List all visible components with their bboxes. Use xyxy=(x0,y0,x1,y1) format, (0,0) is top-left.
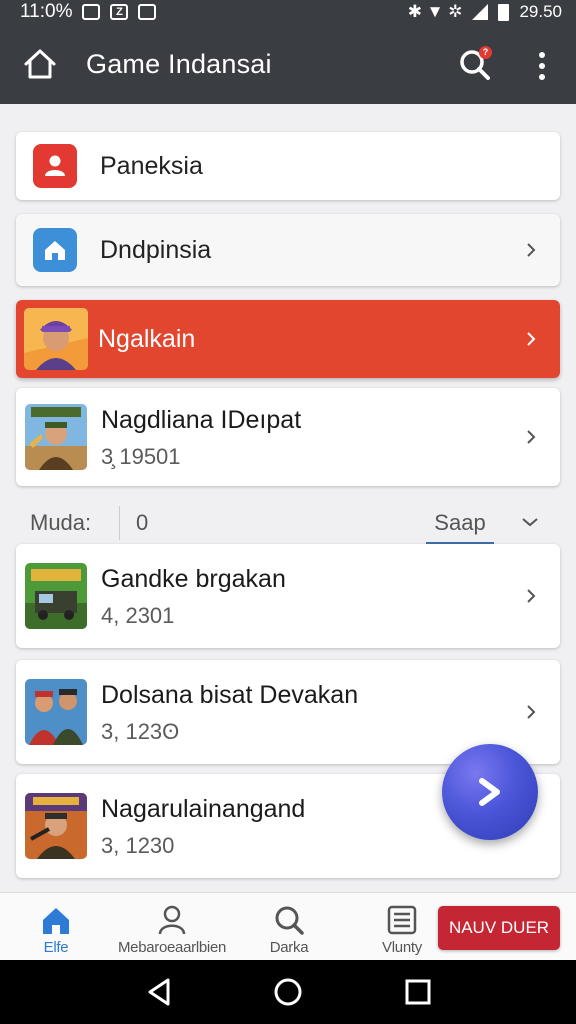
filter-bar: Muda: 0 Saap xyxy=(0,504,576,546)
chevron-right-icon xyxy=(524,243,538,257)
game-list-item[interactable]: Nagdliana IDeıpat 3̧ 19501 xyxy=(16,388,560,486)
person-icon xyxy=(33,144,77,188)
recents-square-icon[interactable] xyxy=(402,976,434,1008)
game-title: Gandke brgakan xyxy=(101,565,286,593)
chevron-right-icon xyxy=(524,332,538,346)
game-list-item[interactable]: Gandke brgakan 4, 2301 xyxy=(16,544,560,648)
chevron-right-icon xyxy=(524,705,538,719)
arrow-right-icon xyxy=(479,778,500,806)
game-meta: 3̧ 19501 xyxy=(101,444,181,469)
sync-notification-icon xyxy=(138,4,157,20)
home-button[interactable] xyxy=(20,44,60,84)
soldier-game-thumbnail xyxy=(25,793,87,859)
cta-button[interactable]: NAUV DUER xyxy=(438,906,560,950)
game-title: Dolsana bisat Devakan xyxy=(101,681,359,709)
filter-label: Muda: xyxy=(30,510,92,535)
featured-label: Ngalkain xyxy=(98,324,196,353)
system-navigation-bar xyxy=(0,960,576,1024)
app-bar: Game Indansai ? xyxy=(0,24,576,104)
menu-item-home[interactable]: Dndpinsia xyxy=(16,214,560,286)
person-icon xyxy=(158,905,186,935)
z-notification-icon: Z xyxy=(110,4,129,20)
game-meta: 4, 2301 xyxy=(101,603,175,628)
floating-action-button[interactable] xyxy=(442,744,538,840)
page-title: Game Indansai xyxy=(86,48,272,79)
home-circle-icon[interactable] xyxy=(272,976,304,1008)
battery-icon xyxy=(498,3,510,21)
game-meta: 3, 123ʘ xyxy=(101,719,180,744)
game-title: Nagdliana IDeıpat xyxy=(101,406,302,434)
nav-item-profile[interactable]: Mebaroeaarlbien xyxy=(112,893,232,961)
search-icon xyxy=(275,906,304,935)
featured-game-thumbnail xyxy=(24,308,88,370)
game-title: Nagarulainangand xyxy=(101,795,306,823)
more-dot-icon xyxy=(539,63,545,69)
nav-item-search[interactable]: Darka xyxy=(254,893,324,961)
filter-value[interactable]: 0 xyxy=(136,510,148,536)
nav-label: Vlunty xyxy=(382,939,422,956)
back-triangle-icon[interactable] xyxy=(144,976,176,1008)
sort-selector[interactable]: Saap xyxy=(426,510,494,544)
status-right-text: 29.50 xyxy=(519,2,562,21)
list-icon xyxy=(387,905,417,935)
more-dot-icon xyxy=(539,52,545,58)
menu-item-label: Paneksia xyxy=(100,151,203,180)
camera-notification-icon xyxy=(82,4,101,20)
home-outline-icon xyxy=(24,49,56,79)
more-dot-icon xyxy=(539,74,545,80)
search-button[interactable]: ? xyxy=(455,44,497,86)
nav-label: Darka xyxy=(269,939,309,956)
home-icon xyxy=(43,908,69,934)
bluetooth-wifi-icons: ✱ ▼ ✲ xyxy=(407,2,463,21)
bottom-navigation: Elfe Mebaroeaarlbien Darka Vlunty NAUV D… xyxy=(0,892,576,960)
menu-item-profile[interactable]: Paneksia xyxy=(16,132,560,200)
game-meta: 3, 1230 xyxy=(101,833,175,858)
nav-label: Mebaroeaarlbien xyxy=(117,939,227,956)
chevron-right-icon xyxy=(524,430,538,444)
menu-item-label: Dndpinsia xyxy=(100,235,212,264)
overflow-menu-button[interactable] xyxy=(530,46,554,86)
truck-game-thumbnail xyxy=(25,563,87,629)
nav-label: Elfe xyxy=(43,939,69,956)
status-bar: 11:0% Z ✱ ▼ ✲ 29.50 xyxy=(0,0,576,24)
soldier-game-thumbnail xyxy=(25,404,87,470)
signal-icon xyxy=(472,4,489,20)
status-time: 11:0% xyxy=(20,1,73,22)
nav-item-home[interactable]: Elfe xyxy=(22,893,90,961)
heroes-game-thumbnail xyxy=(25,679,87,745)
chevron-down-icon[interactable] xyxy=(520,512,540,532)
nav-item-list[interactable]: Vlunty xyxy=(368,893,436,961)
featured-item[interactable]: Ngalkain xyxy=(16,300,560,378)
filter-divider xyxy=(119,506,120,540)
chevron-right-icon xyxy=(524,589,538,603)
notification-badge: ? xyxy=(479,46,492,59)
home-icon xyxy=(33,228,77,272)
